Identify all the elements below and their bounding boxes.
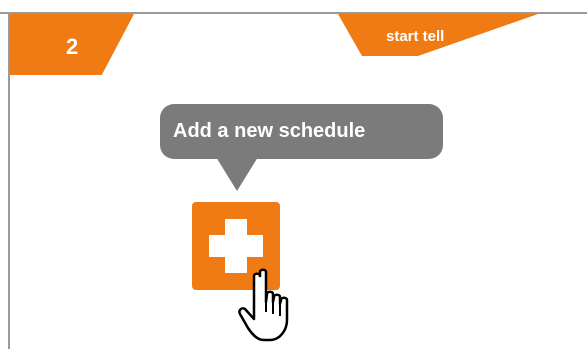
hand-pointer-icon xyxy=(238,268,289,342)
frame-left-border xyxy=(8,12,10,349)
step-title: start tell xyxy=(386,28,445,45)
frame-top-border xyxy=(0,12,587,14)
plus-icon xyxy=(225,219,247,273)
tooltip-text: Add a new schedule xyxy=(173,120,366,142)
step-number: 2 xyxy=(66,34,79,59)
tooltip-arrow xyxy=(216,157,258,191)
